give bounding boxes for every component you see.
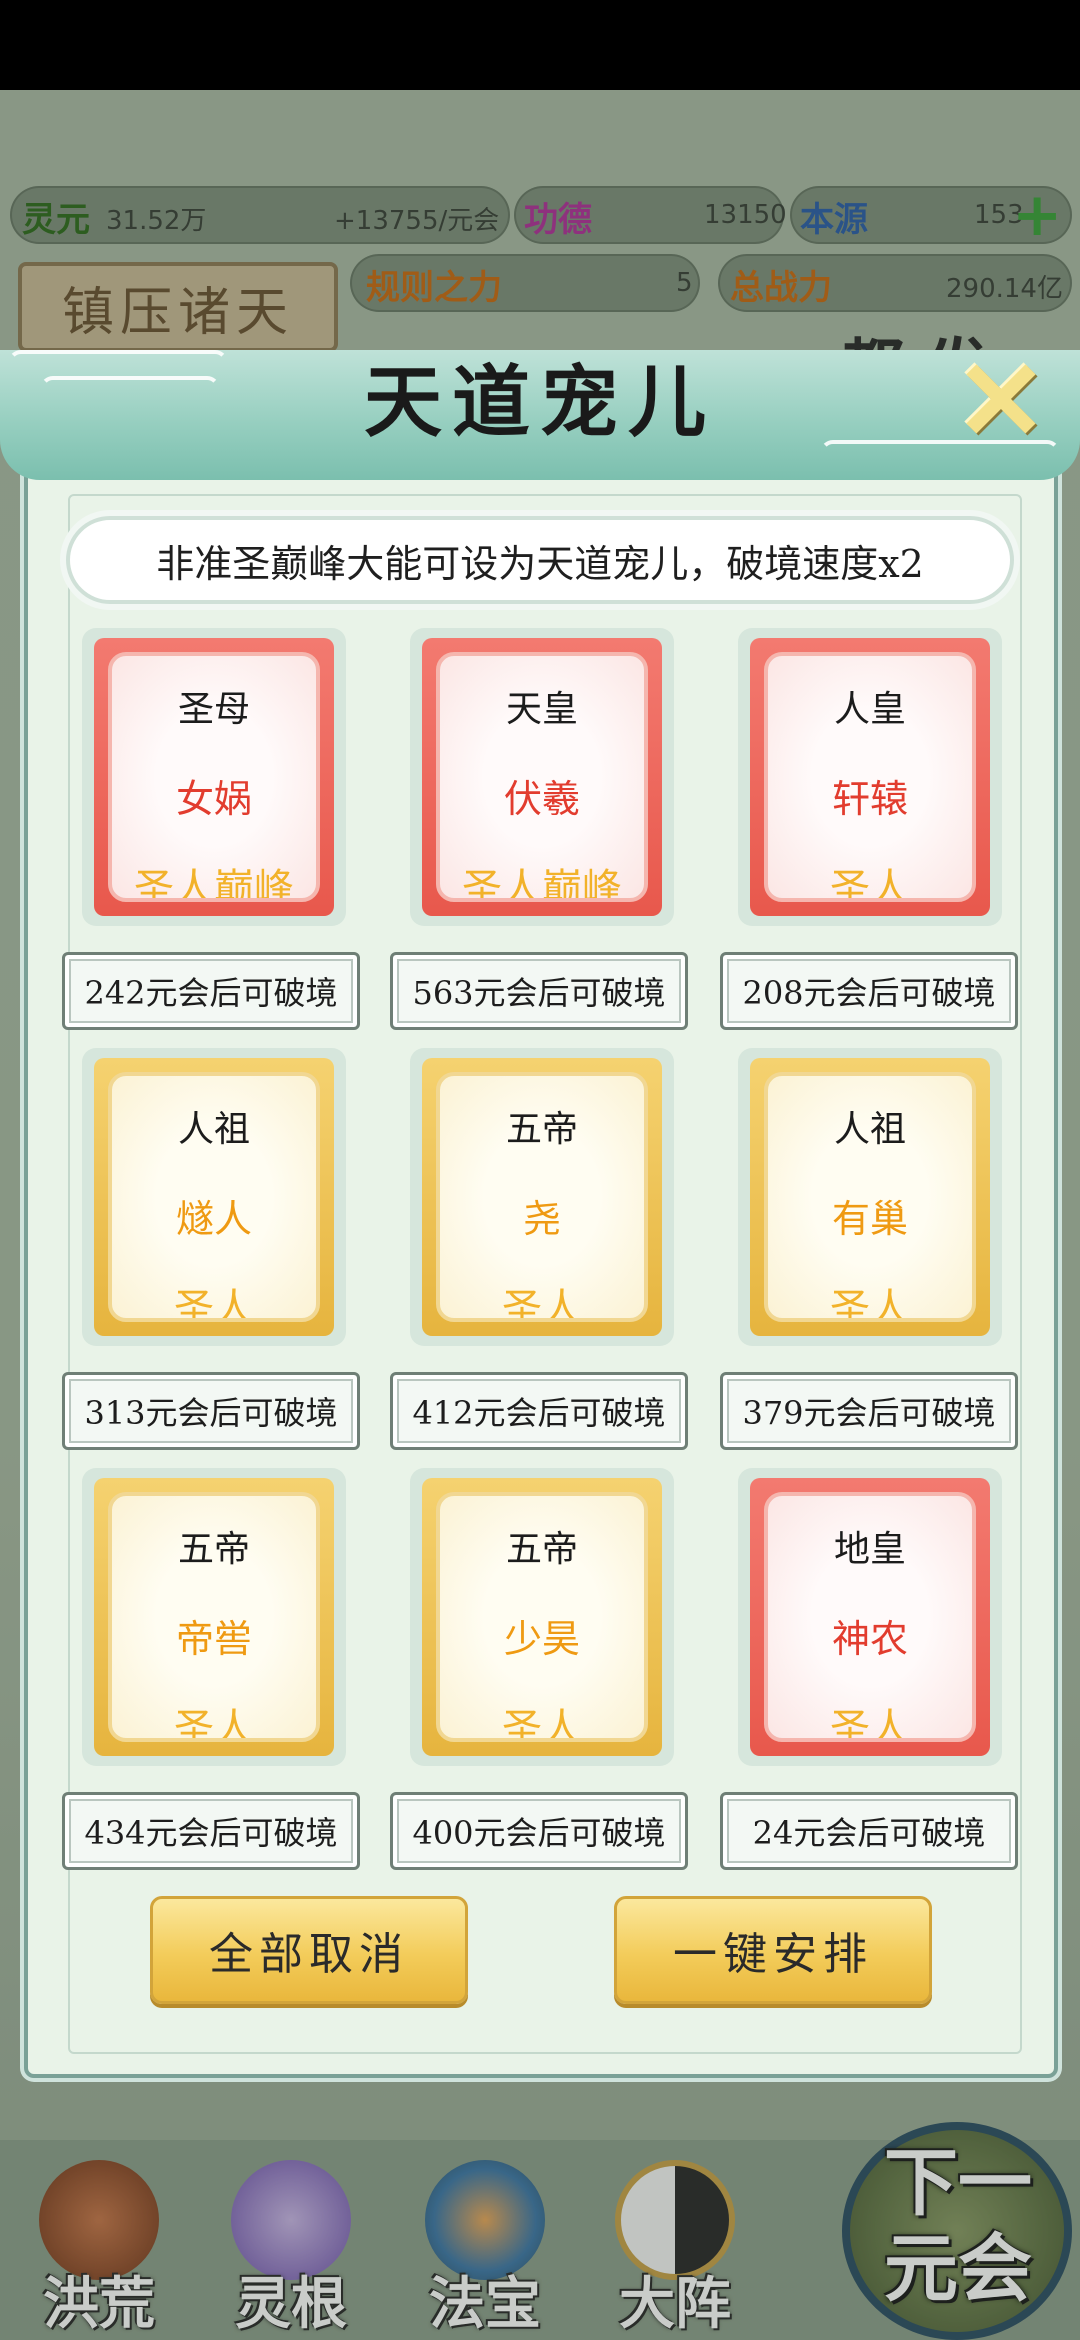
breakthrough-timer: 379元会后可破境 (720, 1372, 1018, 1450)
card-level: 圣人 (830, 1706, 910, 1742)
card-rank: 五帝 (177, 1529, 250, 1570)
character-card-slot[interactable]: 五帝 尧 圣人 (410, 1048, 674, 1346)
character-card-slot[interactable]: 圣母 女娲 圣人巅峰 (82, 628, 346, 926)
card-rank: 五帝 (505, 1529, 578, 1570)
card-level: 圣人巅峰 (462, 866, 622, 902)
card-face: 五帝 尧 圣人 (436, 1072, 648, 1322)
card-name: 燧人 (175, 1197, 252, 1241)
card-rank: 人皇 (833, 689, 906, 730)
card-rank: 人祖 (833, 1109, 906, 1150)
character-card[interactable]: 圣母 女娲 圣人巅峰 (94, 638, 334, 916)
card-level: 圣人 (830, 1286, 910, 1322)
card-name: 轩辕 (831, 777, 908, 821)
card-face: 人祖 有巢 圣人 (764, 1072, 976, 1322)
card-level: 圣人 (502, 1706, 582, 1742)
character-card-slot[interactable]: 天皇 伏羲 圣人巅峰 (410, 628, 674, 926)
breakthrough-timer: 24元会后可破境 (720, 1792, 1018, 1870)
auto-arrange-button[interactable]: 一键安排 (614, 1896, 932, 2004)
card-face: 人祖 燧人 圣人 (108, 1072, 320, 1322)
card-face: 圣母 女娲 圣人巅峰 (108, 652, 320, 902)
character-card-slot[interactable]: 五帝 少昊 圣人 (410, 1468, 674, 1766)
character-card[interactable]: 五帝 尧 圣人 (422, 1058, 662, 1336)
character-card[interactable]: 人祖 燧人 圣人 (94, 1058, 334, 1336)
card-face: 五帝 少昊 圣人 (436, 1492, 648, 1742)
character-card[interactable]: 人皇 轩辕 圣人 (750, 638, 990, 916)
card-face: 天皇 伏羲 圣人巅峰 (436, 652, 648, 902)
cancel-all-button[interactable]: 全部取消 (150, 1896, 468, 2004)
breakthrough-timer: 400元会后可破境 (390, 1792, 688, 1870)
character-card[interactable]: 天皇 伏羲 圣人巅峰 (422, 638, 662, 916)
card-name: 伏羲 (503, 777, 580, 821)
breakthrough-timer: 434元会后可破境 (62, 1792, 360, 1870)
card-face: 五帝 帝喾 圣人 (108, 1492, 320, 1742)
dialog-title: 天道宠儿 (363, 357, 716, 448)
close-button[interactable]: ✕ (955, 346, 1047, 456)
card-level: 圣人 (830, 866, 910, 902)
card-name: 尧 (522, 1197, 561, 1241)
card-rank: 天皇 (505, 689, 578, 730)
character-card-slot[interactable]: 地皇 神农 圣人 (738, 1468, 1002, 1766)
breakthrough-timer: 563元会后可破境 (390, 952, 688, 1030)
character-card[interactable]: 五帝 帝喾 圣人 (94, 1478, 334, 1756)
breakthrough-timer: 313元会后可破境 (62, 1372, 360, 1450)
card-rank: 圣母 (177, 689, 250, 730)
card-name: 神农 (831, 1617, 908, 1661)
card-name: 女娲 (175, 777, 252, 821)
breakthrough-timer: 208元会后可破境 (720, 952, 1018, 1030)
character-card-slot[interactable]: 人祖 有巢 圣人 (738, 1048, 1002, 1346)
status-bar (0, 0, 1080, 90)
character-card[interactable]: 地皇 神农 圣人 (750, 1478, 990, 1756)
dialog-description: 非准圣巅峰大能可设为天道宠儿，破境速度x2 (66, 516, 1014, 604)
card-level: 圣人 (174, 1706, 254, 1742)
character-card-slot[interactable]: 人祖 燧人 圣人 (82, 1048, 346, 1346)
card-face: 人皇 轩辕 圣人 (764, 652, 976, 902)
character-card[interactable]: 人祖 有巢 圣人 (750, 1058, 990, 1336)
card-rank: 五帝 (505, 1109, 578, 1150)
card-level: 圣人 (502, 1286, 582, 1322)
character-card-slot[interactable]: 五帝 帝喾 圣人 (82, 1468, 346, 1766)
card-face: 地皇 神农 圣人 (764, 1492, 976, 1742)
card-level: 圣人 (174, 1286, 254, 1322)
card-rank: 人祖 (177, 1109, 250, 1150)
card-name: 少昊 (503, 1617, 580, 1661)
card-name: 帝喾 (175, 1617, 252, 1661)
card-name: 有巢 (831, 1197, 908, 1241)
character-card-slot[interactable]: 人皇 轩辕 圣人 (738, 628, 1002, 926)
card-level: 圣人巅峰 (134, 866, 294, 902)
character-card[interactable]: 五帝 少昊 圣人 (422, 1478, 662, 1756)
card-rank: 地皇 (833, 1529, 906, 1570)
breakthrough-timer: 412元会后可破境 (390, 1372, 688, 1450)
breakthrough-timer: 242元会后可破境 (62, 952, 360, 1030)
